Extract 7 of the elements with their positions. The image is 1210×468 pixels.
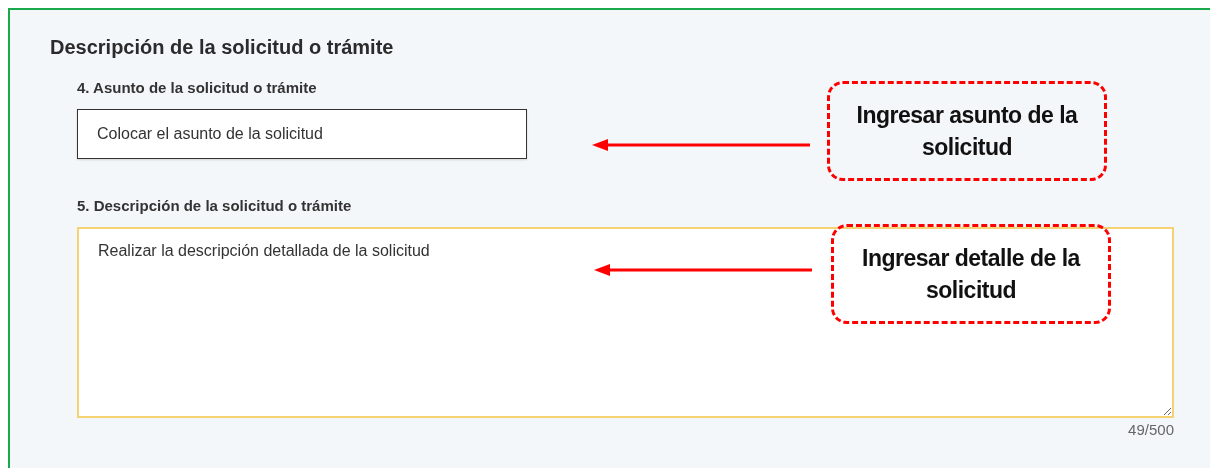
field-label: 4. Asunto de la solicitud o trámite [77, 79, 317, 96]
field-label: 5. Descripción de la solicitud o trámite [77, 197, 352, 214]
character-counter: 49/500 [1128, 421, 1174, 438]
callout-box: Ingresar detalle de la solicitud [831, 224, 1111, 324]
callout-box: Ingresar asunto de la solicitud [827, 81, 1107, 181]
input-field[interactable]: Colocar el asunto de la solicitud [77, 109, 527, 159]
section-title: Descripción de la solicitud o trámite [50, 36, 395, 59]
